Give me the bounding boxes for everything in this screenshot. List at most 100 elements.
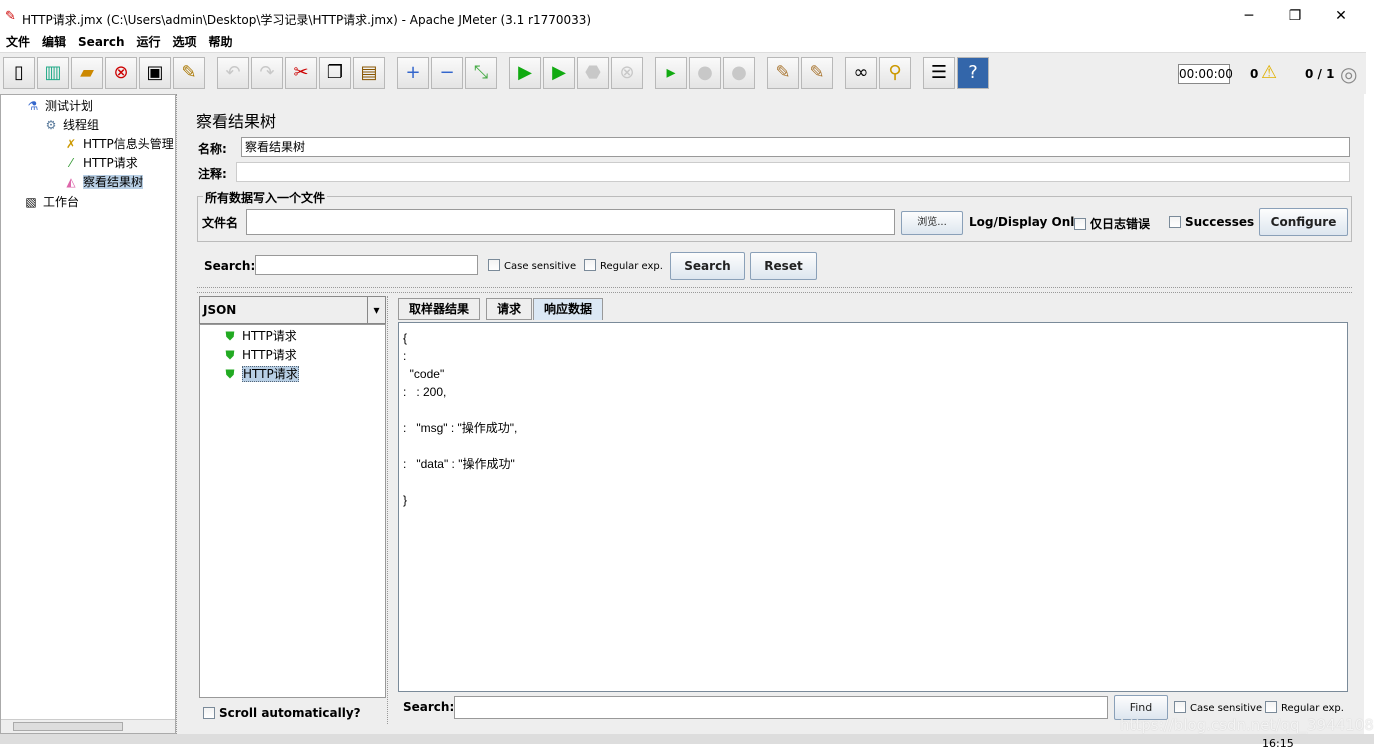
results-vertical-splitter[interactable] xyxy=(387,296,395,724)
templates-icon[interactable]: ▥ xyxy=(37,57,69,89)
response-line: : "data" : "操作成功" xyxy=(403,457,515,471)
remote-stop-icon[interactable]: ● xyxy=(689,57,721,89)
redo-icon[interactable]: ↷ xyxy=(251,57,283,89)
search-input[interactable] xyxy=(255,255,478,275)
help-icon[interactable]: ? xyxy=(957,57,989,89)
comment-label: 注释: xyxy=(198,167,227,181)
response-line xyxy=(403,401,1343,419)
warning-icon[interactable]: ⚠ xyxy=(1261,62,1277,83)
search-icon[interactable]: ∞ xyxy=(845,57,877,89)
chevron-down-icon[interactable]: ▾ xyxy=(367,297,385,323)
case-sensitive-checkbox[interactable]: Case sensitive xyxy=(488,259,576,272)
name-field[interactable]: 察看结果树 xyxy=(241,137,1350,157)
tree-item-thread-group[interactable]: ⚙ 线程组 xyxy=(43,116,99,133)
close-icon[interactable]: ⊗ xyxy=(105,57,137,89)
function-helper-icon[interactable]: ☰ xyxy=(923,57,955,89)
menu-search[interactable]: Search xyxy=(72,34,130,50)
success-shield-icon: ⛊ xyxy=(225,348,235,362)
file-group-title: 所有数据写入一个文件 xyxy=(203,189,328,206)
menu-edit[interactable]: 编辑 xyxy=(36,34,72,50)
minimize-button[interactable]: ─ xyxy=(1234,8,1264,24)
sample-item[interactable]: ⛊ HTTP请求 xyxy=(222,346,296,363)
save-icon[interactable]: ▣ xyxy=(139,57,171,89)
thread-count: 0 / 1 xyxy=(1305,67,1335,81)
response-data-view[interactable]: { : "code" : : 200, : "msg" : "操作成功", : … xyxy=(398,322,1348,692)
tree-item-header-manager[interactable]: ✗ HTTP信息头管理 xyxy=(63,135,174,152)
find-regex-checkbox[interactable]: Regular exp. xyxy=(1265,701,1344,714)
browse-button[interactable]: 浏览... xyxy=(901,211,963,235)
tab-request[interactable]: 请求 xyxy=(486,298,533,320)
remote-shutdown-icon[interactable]: ● xyxy=(723,57,755,89)
new-icon[interactable]: ▯ xyxy=(3,57,35,89)
response-line: : : 200, xyxy=(403,385,447,399)
open-icon[interactable]: ▰ xyxy=(71,57,103,89)
clear-icon[interactable]: ✎ xyxy=(767,57,799,89)
toggle-icon[interactable]: ⤡ xyxy=(465,57,497,89)
filename-field[interactable] xyxy=(246,209,895,235)
reset-search-icon[interactable]: ⚲ xyxy=(879,57,911,89)
cut-icon[interactable]: ✂ xyxy=(285,57,317,89)
tab-response-data[interactable]: 响应数据 xyxy=(533,298,604,320)
undo-icon[interactable]: ↶ xyxy=(217,57,249,89)
maximize-button[interactable]: ❐ xyxy=(1280,8,1310,24)
errors-only-checkbox[interactable]: 仅日志错误 xyxy=(1074,215,1150,232)
flask-icon: ⚗ xyxy=(27,99,39,113)
main-splitter[interactable] xyxy=(176,94,186,734)
configure-button[interactable]: Configure xyxy=(1259,208,1348,236)
page-title: 察看结果树 xyxy=(196,112,277,131)
scrollbar-thumb[interactable] xyxy=(13,722,123,731)
chart-icon: ◭ xyxy=(66,175,76,189)
success-shield-icon: ⛊ xyxy=(225,329,235,343)
renderer-select[interactable]: JSON ▾ xyxy=(199,296,386,324)
remote-start-icon[interactable]: ▸ xyxy=(655,57,687,89)
menu-file[interactable]: 文件 xyxy=(0,34,36,50)
shutdown-icon[interactable]: ⊗ xyxy=(611,57,643,89)
find-case-sensitive-checkbox[interactable]: Case sensitive xyxy=(1174,701,1262,714)
tree-item-workbench[interactable]: ▧ 工作台 xyxy=(23,193,79,210)
sample-item[interactable]: ⛊ HTTP请求 xyxy=(222,327,296,344)
tools-icon: ✗ xyxy=(65,137,77,151)
start-no-pause-icon[interactable]: ▶ xyxy=(543,57,575,89)
tab-sampler-result[interactable]: 取样器结果 xyxy=(398,298,481,320)
comment-field[interactable] xyxy=(236,162,1350,182)
results-splitter[interactable] xyxy=(197,287,1352,293)
close-window-button[interactable]: ✕ xyxy=(1326,8,1356,24)
app-feather-icon: ✎ xyxy=(5,9,16,24)
sample-item-selected[interactable]: ⛊ HTTP请求 xyxy=(222,365,299,382)
workbench-icon: ▧ xyxy=(25,195,37,209)
toolbar: ▯ ▥ ▰ ⊗ ▣ ✎ ↶ ↷ ✂ ❐ ▤ + − ⤡ ▶ ▶ ⬣ ⊗ ▸ ● … xyxy=(0,52,1366,94)
response-line xyxy=(403,473,1343,491)
expand-icon[interactable]: + xyxy=(397,57,429,89)
pipette-icon: ⁄ xyxy=(69,156,72,170)
gear-icon: ⚙ xyxy=(45,118,57,132)
find-input[interactable] xyxy=(454,696,1108,719)
start-icon[interactable]: ▶ xyxy=(509,57,541,89)
save-as-icon[interactable]: ✎ xyxy=(173,57,205,89)
regex-checkbox[interactable]: Regular exp. xyxy=(584,259,663,272)
log-display-only-label: Log/Display Only: xyxy=(969,215,1087,229)
clear-all-icon[interactable]: ✎ xyxy=(801,57,833,89)
menu-run[interactable]: 运行 xyxy=(130,34,166,50)
stop-icon[interactable]: ⬣ xyxy=(577,57,609,89)
remote-status-icon: ◎ xyxy=(1340,62,1358,86)
menu-bar: 文件 编辑 Search 运行 选项 帮助 xyxy=(0,34,1366,52)
test-plan-tree: ⚗ 测试计划 ⚙ 线程组 ✗ HTTP信息头管理 ⁄ HTTP请求 ◭ 察看结果树 ▧ 工作… xyxy=(0,94,176,734)
tree-item-view-results-tree[interactable]: ◭ 察看结果树 xyxy=(63,173,144,190)
response-line: } xyxy=(403,493,408,507)
tree-item-http-request[interactable]: ⁄ HTTP请求 xyxy=(63,154,138,171)
find-label: Search: xyxy=(403,700,455,714)
collapse-icon[interactable]: − xyxy=(431,57,463,89)
tree-item-test-plan[interactable]: ⚗ 测试计划 xyxy=(25,97,93,114)
search-button[interactable]: Search xyxy=(670,252,745,280)
response-line: : xyxy=(403,349,407,363)
tree-horizontal-scrollbar[interactable] xyxy=(1,719,175,733)
menu-help[interactable]: 帮助 xyxy=(203,34,239,50)
title-bar: ✎ HTTP请求.jmx (C:\Users\admin\Desktop\学习记… xyxy=(0,0,1374,34)
menu-options[interactable]: 选项 xyxy=(167,34,203,50)
paste-icon[interactable]: ▤ xyxy=(353,57,385,89)
copy-icon[interactable]: ❐ xyxy=(319,57,351,89)
scroll-automatically-checkbox[interactable]: Scroll automatically? xyxy=(203,706,361,720)
successes-checkbox[interactable]: Successes xyxy=(1169,215,1254,229)
reset-button[interactable]: Reset xyxy=(750,252,817,280)
elapsed-timer: 00:00:00 xyxy=(1178,64,1233,84)
